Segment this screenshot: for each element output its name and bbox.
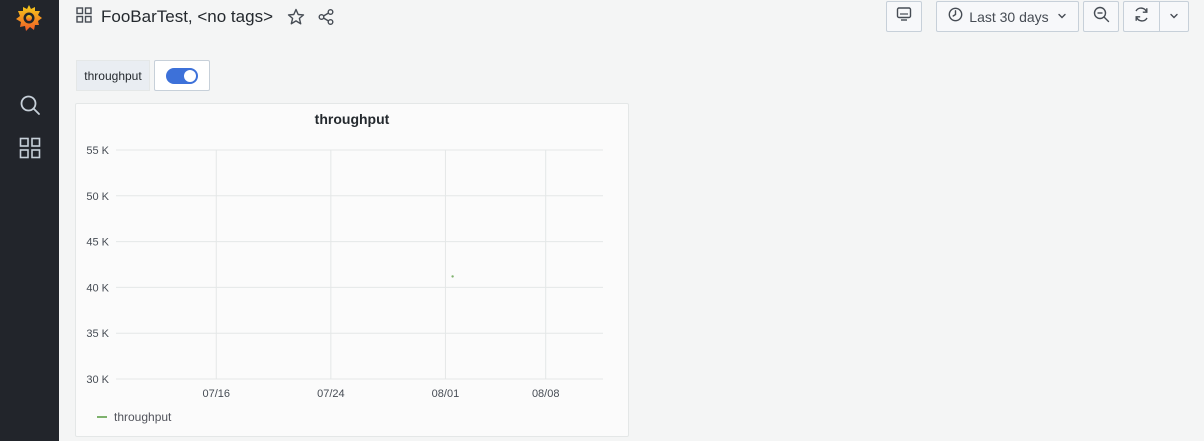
dashboard-header: FooBarTest, <no tags> bbox=[76, 4, 337, 30]
variable-label: throughput bbox=[76, 60, 150, 91]
x-tick-label: 08/01 bbox=[432, 388, 460, 400]
grafana-logo-icon[interactable] bbox=[15, 3, 43, 33]
refresh-interval-dropdown[interactable] bbox=[1159, 1, 1189, 32]
star-icon[interactable] bbox=[285, 6, 307, 28]
tv-icon bbox=[896, 6, 912, 27]
y-tick-label: 30 K bbox=[86, 374, 109, 386]
graph-panel: throughput 55 K 50 K 45 K 40 K 35 K 30 K 07/16… bbox=[75, 103, 629, 437]
chevron-down-icon bbox=[1169, 8, 1179, 26]
data-point bbox=[451, 275, 454, 278]
y-tick-label: 55 K bbox=[86, 145, 109, 157]
time-range-label: Last 30 days bbox=[969, 8, 1049, 25]
share-icon[interactable] bbox=[315, 6, 337, 28]
zoom-out-button[interactable] bbox=[1083, 1, 1119, 32]
dashboards-icon[interactable] bbox=[15, 133, 45, 163]
x-tick-label: 07/24 bbox=[317, 388, 345, 400]
search-icon[interactable] bbox=[15, 90, 45, 120]
y-tick-label: 40 K bbox=[86, 282, 109, 294]
y-tick-label: 45 K bbox=[86, 237, 109, 249]
zoom-out-icon bbox=[1093, 6, 1110, 28]
legend-swatch bbox=[97, 416, 107, 418]
refresh-button[interactable] bbox=[1123, 1, 1159, 32]
x-tick-label: 07/16 bbox=[202, 388, 230, 400]
dashboard-grid-icon bbox=[76, 6, 101, 28]
x-tick-label: 08/08 bbox=[532, 388, 560, 400]
tv-mode-button[interactable] bbox=[886, 1, 922, 32]
toggle-switch[interactable] bbox=[166, 67, 198, 84]
page-title[interactable]: FooBarTest, <no tags> bbox=[101, 7, 273, 27]
variable-toggle[interactable] bbox=[154, 60, 210, 91]
chart: 55 K 50 K 45 K 40 K 35 K 30 K 07/16 07/24 08/01 0… bbox=[86, 145, 603, 400]
clock-icon bbox=[948, 7, 963, 27]
legend-label[interactable]: throughput bbox=[114, 410, 171, 424]
toggle-knob bbox=[184, 69, 196, 82]
refresh-icon bbox=[1133, 6, 1150, 28]
app-root: FooBarTest, <no tags> Last 30 days throu… bbox=[0, 0, 1204, 441]
chevron-down-icon bbox=[1057, 8, 1067, 26]
legend: throughput bbox=[97, 410, 171, 424]
y-tick-label: 50 K bbox=[86, 191, 109, 203]
y-tick-label: 35 K bbox=[86, 328, 109, 340]
time-range-picker[interactable]: Last 30 days bbox=[936, 1, 1079, 32]
sidebar bbox=[0, 0, 59, 441]
